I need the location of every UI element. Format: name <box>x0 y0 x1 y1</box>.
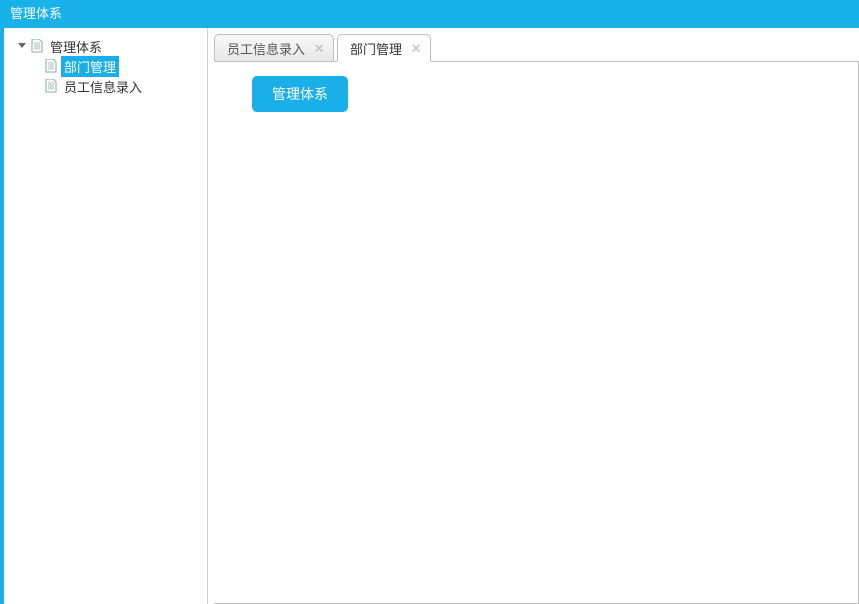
close-icon[interactable]: ✕ <box>313 42 325 54</box>
tab-label-1: 部门管理 <box>350 39 402 58</box>
tree-root-label: 管理体系 <box>47 36 105 57</box>
main-container: 管理体系 部门管理 员工信息录入 员工信息录入 ✕ 部门管理 ✕ <box>0 28 859 604</box>
manage-system-button[interactable]: 管理体系 <box>252 76 348 112</box>
tab-label-0: 员工信息录入 <box>227 39 305 58</box>
close-icon[interactable]: ✕ <box>410 42 422 54</box>
app-title: 管理体系 <box>10 6 62 21</box>
app-header: 管理体系 <box>0 0 859 28</box>
main-panel: 员工信息录入 ✕ 部门管理 ✕ 管理体系 <box>208 28 859 604</box>
tree-node-employee[interactable]: 员工信息录入 <box>4 76 207 96</box>
tab-bar: 员工信息录入 ✕ 部门管理 ✕ <box>214 34 859 62</box>
tree-child-label-1: 员工信息录入 <box>61 76 145 97</box>
tree-node-dept[interactable]: 部门管理 <box>4 56 207 76</box>
tab-content: 管理体系 <box>214 61 859 604</box>
tab-dept-manage[interactable]: 部门管理 ✕ <box>337 34 431 62</box>
tree-child-label-0: 部门管理 <box>61 56 119 77</box>
sidebar: 管理体系 部门管理 员工信息录入 <box>4 28 208 604</box>
tree-node-root[interactable]: 管理体系 <box>4 36 207 56</box>
document-icon <box>44 58 58 74</box>
document-icon <box>44 78 58 94</box>
collapse-icon[interactable] <box>16 40 28 52</box>
document-icon <box>30 38 44 54</box>
tab-employee-entry[interactable]: 员工信息录入 ✕ <box>214 34 334 62</box>
